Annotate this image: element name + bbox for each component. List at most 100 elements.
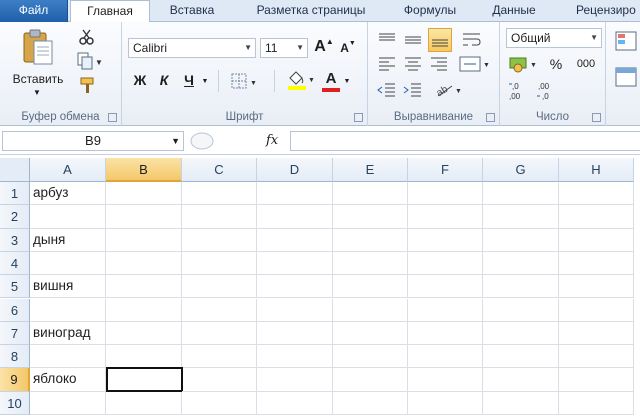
cell-h7[interactable] — [559, 321, 634, 346]
cell-a5[interactable]: вишня — [30, 275, 106, 299]
cell-h5[interactable] — [559, 275, 634, 299]
cell-d4[interactable] — [257, 251, 333, 276]
cell-b5[interactable] — [106, 275, 182, 299]
formula-input[interactable] — [290, 131, 640, 151]
column-header-g[interactable]: G — [483, 158, 559, 182]
cell-f5[interactable] — [408, 275, 483, 299]
cell-c9[interactable] — [182, 368, 257, 392]
align-bottom-button[interactable] — [428, 28, 452, 52]
cell-e7[interactable] — [333, 321, 408, 346]
column-header-a[interactable]: A — [30, 158, 106, 182]
underline-dropdown-icon[interactable]: ▼ — [200, 72, 210, 90]
cell-d2[interactable] — [257, 205, 333, 229]
cell-a7[interactable]: виноград — [30, 321, 106, 346]
underline-button[interactable]: Ч — [178, 70, 200, 90]
align-right-icon[interactable] — [428, 54, 450, 74]
percent-style-button[interactable]: % — [546, 54, 566, 74]
tab-page-layout[interactable]: Разметка страницы — [236, 0, 386, 22]
cell-g6[interactable] — [483, 298, 559, 322]
cell-b6[interactable] — [106, 298, 182, 322]
shrink-font-button[interactable]: A ▼ — [338, 38, 358, 58]
cell-h3[interactable] — [559, 228, 634, 252]
cell-a4[interactable] — [30, 251, 106, 276]
paste-icon[interactable] — [22, 28, 54, 66]
grow-font-button[interactable]: A ▲ — [314, 36, 334, 58]
cell-d5[interactable] — [257, 275, 333, 299]
tab-file[interactable]: Файл — [0, 0, 68, 22]
cell-a9[interactable]: яблоко — [30, 368, 106, 392]
row-header-1[interactable]: 1 — [0, 182, 30, 206]
tab-review[interactable]: Рецензиро — [560, 0, 640, 22]
align-center-icon[interactable] — [402, 54, 424, 74]
cell-h8[interactable] — [559, 345, 634, 369]
font-color-button[interactable]: A — [322, 68, 340, 88]
cell-e9[interactable] — [333, 368, 408, 392]
cell-h2[interactable] — [559, 205, 634, 229]
align-middle-icon[interactable] — [402, 30, 424, 50]
wrap-text-icon[interactable] — [460, 30, 484, 50]
decrease-decimal-icon[interactable]: ,00 ,0 — [536, 80, 560, 102]
row-header-2[interactable]: 2 — [0, 205, 30, 229]
cell-h10[interactable] — [559, 391, 634, 415]
font-launcher-icon[interactable] — [354, 113, 363, 122]
cell-c7[interactable] — [182, 321, 257, 346]
borders-icon[interactable]: ▼ — [230, 72, 260, 90]
cell-f8[interactable] — [408, 345, 483, 369]
bold-button[interactable]: Ж — [130, 70, 150, 90]
cell-c2[interactable] — [182, 205, 257, 229]
paste-dropdown-icon[interactable]: ▼ — [33, 88, 41, 97]
format-painter-icon[interactable] — [78, 76, 96, 94]
cell-c5[interactable] — [182, 275, 257, 299]
cell-g8[interactable] — [483, 345, 559, 369]
cell-c3[interactable] — [182, 228, 257, 252]
cell-b10[interactable] — [106, 391, 182, 415]
cell-c4[interactable] — [182, 251, 257, 276]
cell-a3[interactable]: дыня — [30, 228, 106, 252]
fill-color-icon[interactable]: ▼ — [286, 68, 316, 92]
cell-c8[interactable] — [182, 345, 257, 369]
text-orientation-icon[interactable]: ab ▼ — [434, 80, 464, 100]
cell-f9[interactable] — [408, 368, 483, 392]
cell-c10[interactable] — [182, 391, 257, 415]
column-header-d[interactable]: D — [257, 158, 333, 182]
comma-style-button[interactable]: 000 — [572, 54, 600, 74]
cell-f10[interactable] — [408, 391, 483, 415]
tab-formulas[interactable]: Формулы — [392, 0, 468, 22]
cell-e3[interactable] — [333, 228, 408, 252]
cell-g4[interactable] — [483, 251, 559, 276]
cell-f1[interactable] — [408, 182, 483, 206]
number-format-combo[interactable]: Общий ▼ — [506, 28, 602, 48]
currency-format-icon[interactable]: ▼ — [508, 54, 540, 74]
increase-decimal-icon[interactable]: ,0 ,00 — [508, 80, 532, 102]
cell-e6[interactable] — [333, 298, 408, 322]
cell-b9[interactable] — [106, 367, 183, 392]
tab-insert[interactable]: Вставка — [152, 0, 232, 22]
cell-b4[interactable] — [106, 251, 182, 276]
column-header-h[interactable]: H — [559, 158, 634, 182]
column-header-c[interactable]: C — [182, 158, 257, 182]
cell-h4[interactable] — [559, 251, 634, 276]
cell-g9[interactable] — [483, 368, 559, 392]
cell-a10[interactable] — [30, 391, 106, 415]
cell-d3[interactable] — [257, 228, 333, 252]
decrease-indent-icon[interactable] — [376, 80, 398, 100]
alignment-launcher-icon[interactable] — [486, 113, 495, 122]
cell-d10[interactable] — [257, 391, 333, 415]
cell-d9[interactable] — [257, 368, 333, 392]
row-header-3[interactable]: 3 — [0, 228, 30, 252]
number-launcher-icon[interactable] — [592, 113, 601, 122]
increase-indent-icon[interactable] — [402, 80, 424, 100]
cell-h6[interactable] — [559, 298, 634, 322]
cell-g7[interactable] — [483, 321, 559, 346]
clipboard-launcher-icon[interactable] — [108, 113, 117, 122]
column-header-f[interactable]: F — [408, 158, 483, 182]
cell-a2[interactable] — [30, 205, 106, 229]
merge-center-icon[interactable]: ▼ — [458, 54, 492, 74]
conditional-formatting-icon[interactable] — [614, 30, 640, 52]
cell-f2[interactable] — [408, 205, 483, 229]
cell-g1[interactable] — [483, 182, 559, 206]
cell-d7[interactable] — [257, 321, 333, 346]
name-box[interactable]: B9 ▼ — [2, 131, 184, 151]
cell-f4[interactable] — [408, 251, 483, 276]
cell-h1[interactable] — [559, 182, 634, 206]
